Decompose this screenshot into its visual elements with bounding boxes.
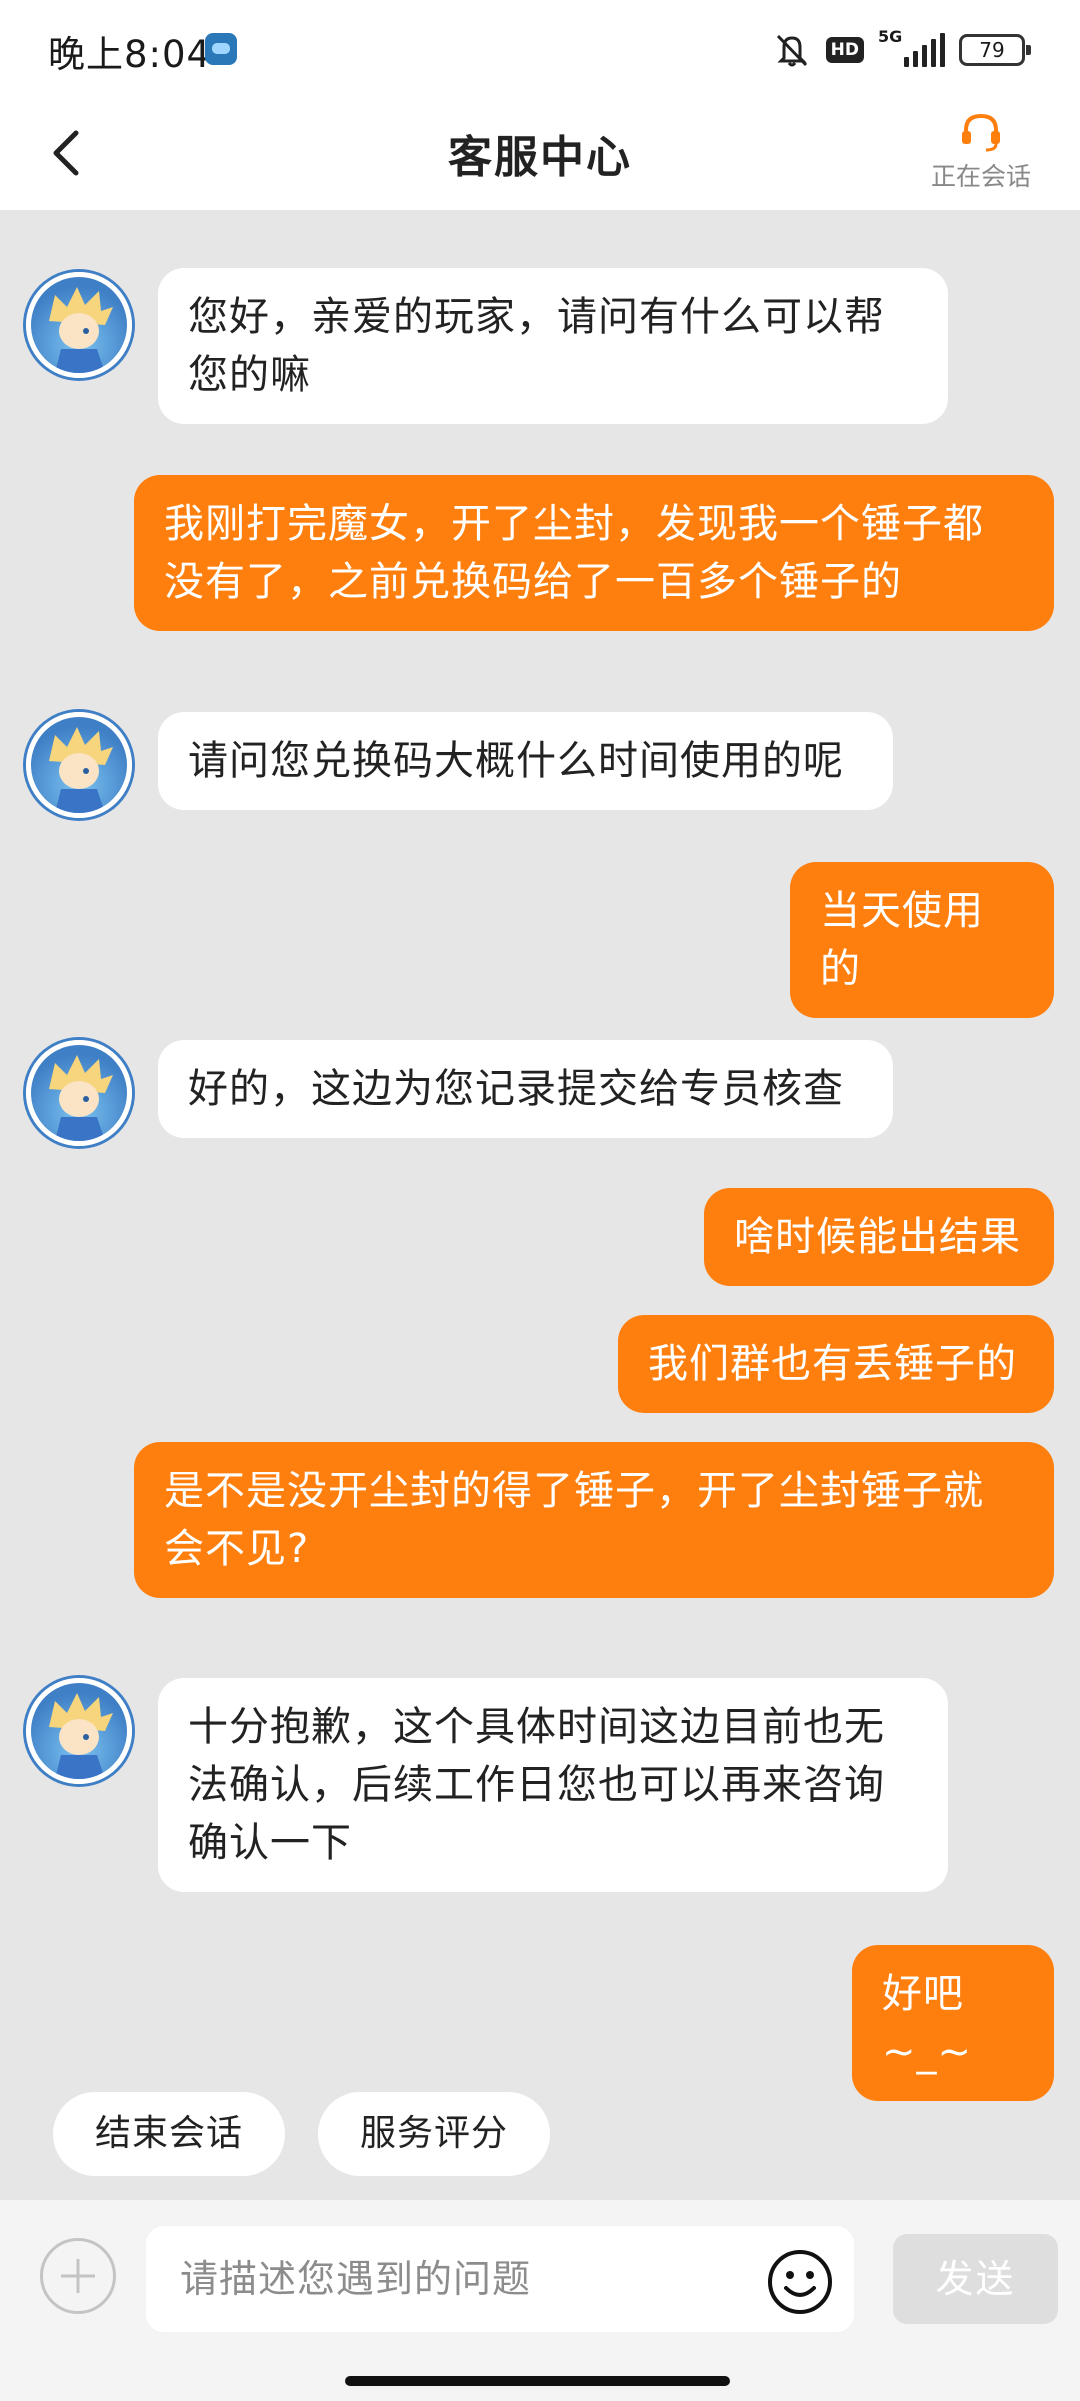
message-input-container[interactable]	[146, 2226, 854, 2332]
agent-status-label: 正在会话	[930, 162, 1031, 191]
message-text: 我刚打完魔女，开了尘封，发现我一个锤子都 没有了，之前兑换码给了一百多个锤子的	[164, 501, 984, 605]
home-indicator[interactable]	[345, 2376, 730, 2386]
message-text: 是不是没开尘封的得了锤子，开了尘封锤子就 会不见?	[164, 1468, 984, 1572]
agent-avatar	[26, 272, 132, 378]
user-message: 是不是没开尘封的得了锤子，开了尘封锤子就 会不见?	[134, 1442, 1054, 1598]
user-message: 当天使用的	[790, 862, 1054, 1018]
user-message: 我刚打完魔女，开了尘封，发现我一个锤子都 没有了，之前兑换码给了一百多个锤子的	[134, 475, 1054, 631]
message-text: 我们群也有丢锤子的	[648, 1341, 1017, 1387]
status-time: 晚上8:04	[48, 33, 212, 76]
status-icons: HD 5G 79	[772, 27, 1031, 70]
game-notification-icon	[205, 33, 237, 65]
agent-avatar	[26, 1678, 132, 1784]
user-message: 好吧~_~	[852, 1945, 1054, 2101]
message-text: 啥时候能出结果	[734, 1214, 1021, 1260]
message-text: 您好，亲爱的玩家，请问有什么可以帮 您的嘛	[188, 294, 885, 398]
page-title: 客服中心	[448, 132, 632, 183]
chat-area[interactable]: 您好，亲爱的玩家，请问有什么可以帮 您的嘛 我刚打完魔女，开了尘封，发现我一个锤…	[0, 210, 1080, 2200]
signal-icon: 5G	[878, 27, 945, 67]
end-session-button[interactable]: 结束会话	[53, 2092, 286, 2176]
hd-badge: HD	[825, 37, 864, 63]
quick-actions: 结束会话 服务评分	[0, 2092, 1080, 2176]
headset-icon	[958, 109, 1004, 155]
agent-avatar	[26, 712, 132, 818]
message-text: 当天使用的	[820, 888, 984, 992]
muted-bell-icon	[772, 32, 812, 68]
agent-message: 您好，亲爱的玩家，请问有什么可以帮 您的嘛	[158, 268, 948, 424]
user-message: 我们群也有丢锤子的	[618, 1315, 1054, 1413]
agent-message: 好的，这边为您记录提交给专员核查	[158, 1040, 893, 1138]
status-bar: 晚上8:04 HD 5G 79	[0, 0, 1080, 95]
plus-icon[interactable]	[40, 2238, 116, 2314]
agent-message: 十分抱歉，这个具体时间这边目前也无 法确认，后续工作日您也可以再来咨询 确认一下	[158, 1678, 948, 1892]
user-message: 啥时候能出结果	[704, 1188, 1054, 1286]
send-button[interactable]: 发送	[893, 2234, 1058, 2324]
composer-bar: 发送	[0, 2200, 1080, 2401]
battery-icon: 79	[959, 34, 1031, 66]
message-text: 好的，这边为您记录提交给专员核查	[188, 1066, 844, 1112]
agent-status[interactable]: 正在会话	[926, 109, 1036, 193]
rate-service-button[interactable]: 服务评分	[318, 2092, 551, 2176]
smiley-icon[interactable]	[766, 2248, 834, 2316]
network-type: 5G	[878, 27, 903, 46]
message-text: 十分抱歉，这个具体时间这边目前也无 法确认，后续工作日您也可以再来咨询 确认一下	[188, 1704, 885, 1866]
agent-avatar	[26, 1040, 132, 1146]
message-text: 好吧~_~	[882, 1971, 973, 2075]
nav-bar: 客服中心 正在会话	[0, 95, 1080, 210]
message-input[interactable]	[180, 2244, 740, 2314]
agent-message: 请问您兑换码大概什么时间使用的呢	[158, 712, 893, 810]
message-text: 请问您兑换码大概什么时间使用的呢	[188, 738, 844, 784]
battery-level: 79	[979, 38, 1005, 62]
